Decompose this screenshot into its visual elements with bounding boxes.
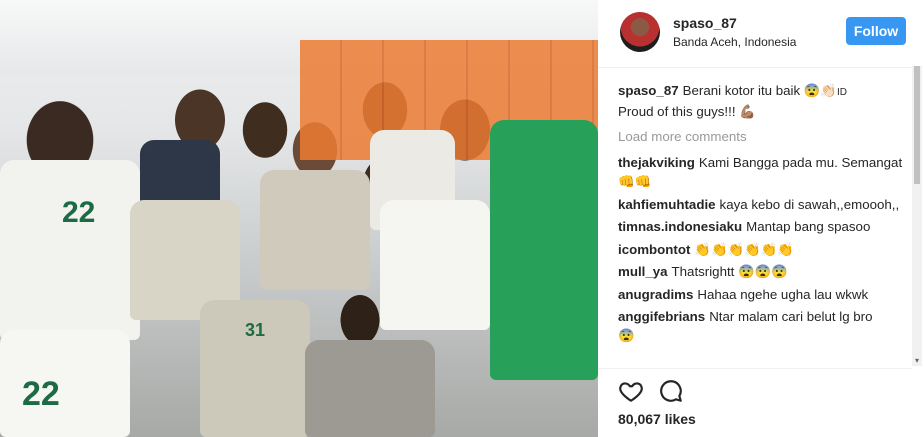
photo-player	[260, 170, 370, 290]
comment: kahfiemuhtadie kaya kebo di sawah,,emoooh…	[618, 195, 908, 214]
comment-emoji: 😨	[618, 328, 635, 343]
comment-text: Hahaa ngehe ugha lau wkwk	[697, 286, 869, 302]
caption-flag: ID	[836, 87, 847, 98]
follow-button[interactable]: Follow	[846, 17, 906, 45]
post-actions: 80,067 likes	[598, 368, 912, 437]
comment-emoji: 👊👊	[618, 174, 652, 189]
photo-player	[0, 330, 130, 437]
scroll-down-arrow-icon[interactable]: ▾	[912, 356, 922, 366]
caption: spaso_87 Berani kotor itu baik 😨👏🏻ID Prou…	[618, 81, 908, 121]
comment-text: Kami Bangga pada mu. Semangat	[698, 155, 903, 170]
comment: anggifebrians Ntar malam cari belut lg br…	[618, 307, 908, 345]
caption-emoji: 😨👏🏻	[803, 83, 837, 98]
comment: mull_ya Thatsrightt 😨😨😨	[618, 262, 908, 281]
caption-emoji-2: 💪🏽	[739, 104, 756, 119]
comment-username[interactable]: mull_ya	[618, 264, 668, 279]
likes-count[interactable]: 80,067 likes	[618, 411, 696, 427]
comment-username[interactable]: anggifebrians	[618, 309, 705, 324]
comment-text: Thatsrightt	[671, 264, 735, 279]
caption-text: Berani kotor itu baik	[682, 83, 801, 98]
photo-player	[490, 120, 598, 380]
comment: timnas.indonesiaku Mantap bang spasoo	[618, 217, 908, 236]
comment-username[interactable]: icombontot	[618, 242, 690, 257]
post-photo[interactable]: 22 22 31	[0, 0, 598, 437]
comment-username[interactable]: timnas.indonesiaku	[618, 219, 742, 234]
photo-player	[0, 160, 140, 340]
jersey-number: 31	[245, 320, 266, 340]
comment-username[interactable]: kahfiemuhtadie	[618, 197, 716, 212]
scrollbar-thumb[interactable]	[914, 66, 920, 184]
comment-text: Ntar malam cari belut lg bro	[709, 309, 873, 324]
comment: anugradims Hahaa ngehe ugha lau wkwk	[618, 285, 908, 304]
photo-player	[380, 200, 490, 330]
comments-list[interactable]: spaso_87 Berani kotor itu baik 😨👏🏻ID Prou…	[618, 81, 908, 365]
comment-emoji: 👏👏👏👏👏👏	[694, 241, 794, 257]
post-header: spaso_87 Banda Aceh, Indonesia Follow	[598, 0, 912, 68]
photo-player	[305, 340, 435, 437]
username[interactable]: spaso_87	[673, 15, 737, 31]
comment: thejakviking Kami Bangga pada mu. Semanga…	[618, 153, 908, 191]
comment: icombontot 👏👏👏👏👏👏	[618, 240, 908, 259]
jersey-number: 22	[62, 196, 96, 229]
comment-username[interactable]: anugradims	[618, 287, 693, 302]
heart-icon[interactable]	[618, 378, 644, 404]
comment-username[interactable]: thejakviking	[618, 155, 695, 170]
caption-text-2: Proud of this guys!!!	[618, 104, 736, 119]
comment-text: Mantap bang spasoo	[746, 219, 871, 234]
load-more-comments[interactable]: Load more comments	[618, 127, 908, 147]
post-sidebar: spaso_87 Banda Aceh, Indonesia Follow sp…	[598, 0, 924, 437]
avatar[interactable]	[620, 12, 660, 52]
jersey-number: 22	[22, 375, 60, 413]
location[interactable]: Banda Aceh, Indonesia	[673, 35, 796, 49]
comment-text: kaya kebo di sawah,,emoooh,,	[719, 196, 900, 212]
comment-icon[interactable]	[658, 378, 684, 404]
comment-emoji: 😨😨😨	[738, 264, 788, 279]
caption-username[interactable]: spaso_87	[618, 83, 679, 98]
